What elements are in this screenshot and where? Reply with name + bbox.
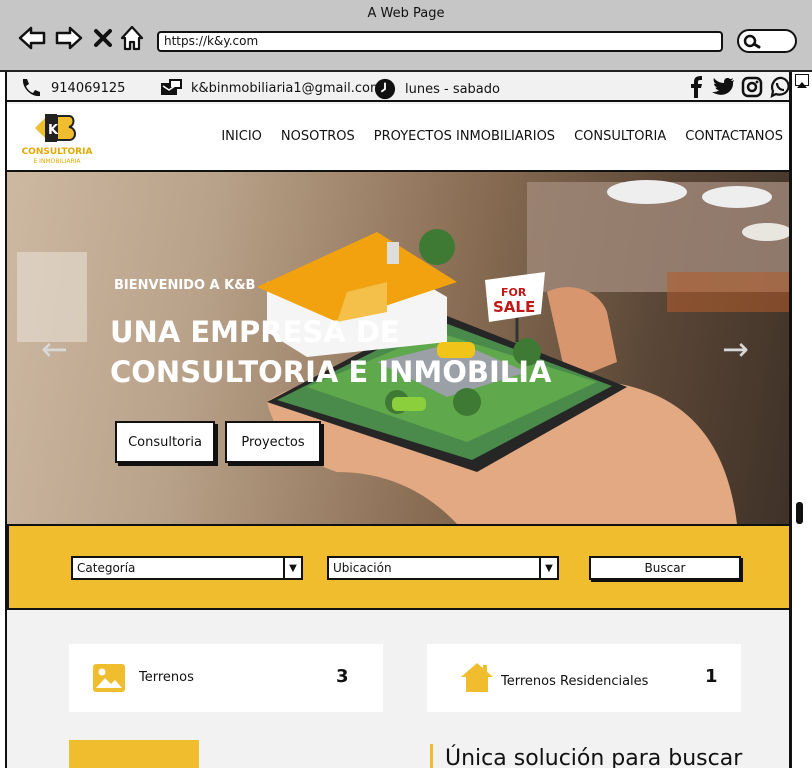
section-heading: Única solución para buscar [445, 746, 743, 768]
scroll-thumb[interactable] [796, 502, 803, 524]
hero-headline-line2: CONSULTORIA E INMOBILIA [110, 355, 552, 389]
email-info: k&binmobiliaria1@gmail.com [159, 78, 383, 98]
chevron-down-icon[interactable]: ▼ [283, 558, 301, 578]
email-address[interactable]: k&binmobiliaria1@gmail.com [191, 81, 383, 96]
back-arrow-icon[interactable] [17, 24, 47, 52]
scroll-up-button[interactable] [795, 74, 809, 88]
logo-line1: CONSULTORIA [21, 147, 93, 157]
business-hours: lunes - sabado [405, 81, 500, 97]
nav-nosotros[interactable]: NOSOTROS [281, 129, 355, 144]
search-button[interactable]: Buscar [589, 556, 741, 580]
whatsapp-icon[interactable] [769, 76, 791, 98]
page-scrollbar[interactable] [791, 72, 812, 768]
instagram-icon[interactable] [741, 76, 763, 98]
clock-icon [374, 78, 396, 100]
property-search-bar: Categoría ▼ Ubicación ▼ Buscar [7, 524, 789, 610]
category-value: Categoría [77, 561, 136, 575]
forward-arrow-icon[interactable] [54, 24, 84, 52]
category-select[interactable]: Categoría ▼ [71, 556, 303, 580]
close-icon[interactable] [92, 24, 114, 52]
twitter-icon[interactable] [711, 76, 735, 98]
browser-chrome: A Web Page https://k&y.com [0, 0, 812, 72]
nav-proyectos-inmobiliarios[interactable]: PROYECTOS INMOBILIARIOS [374, 129, 555, 144]
email-icon [161, 79, 182, 95]
hero-carousel: FOR SALE BIENVENIDO A K&B UNA EMPRESA DE… [7, 172, 789, 524]
location-select[interactable]: Ubicación ▼ [327, 556, 559, 580]
section-accent-block [69, 740, 199, 768]
location-value: Ubicación [333, 561, 392, 575]
phone-info: 914069125 [19, 78, 125, 98]
stat-card-terrenos-residenciales[interactable]: Terrenos Residenciales 1 [427, 644, 741, 712]
stat-label: Terrenos Residenciales [501, 674, 649, 689]
home-icon[interactable] [119, 24, 145, 52]
search-icon [743, 34, 761, 49]
stat-count: 1 [705, 666, 718, 687]
consultoria-button[interactable]: Consultoria [115, 421, 215, 463]
social-links [687, 76, 791, 98]
url-bar[interactable]: https://k&y.com [157, 31, 723, 52]
hero-welcome: BIENVENIDO A K&B [114, 278, 256, 293]
phone-icon [22, 79, 40, 97]
site-header: K CONSULTORIA E INMOBILIARIA INICIO NOSO… [7, 104, 789, 172]
stat-label: Terrenos [139, 670, 194, 685]
chevron-up-icon [797, 82, 807, 88]
stat-count: 3 [336, 666, 349, 687]
house-icon [461, 663, 493, 692]
nav-inicio[interactable]: INICIO [221, 129, 262, 144]
browser-search-box[interactable] [737, 29, 797, 53]
phone-number[interactable]: 914069125 [51, 81, 125, 96]
heading-accent-bar [430, 744, 433, 768]
window-title: A Web Page [367, 6, 445, 21]
carousel-prev-icon[interactable]: ← [41, 330, 68, 368]
facebook-icon[interactable] [687, 76, 705, 98]
stat-card-terrenos[interactable]: Terrenos 3 [69, 644, 383, 712]
image-icon [93, 664, 125, 692]
carousel-next-icon[interactable]: → [722, 330, 749, 368]
contact-infobar: 914069125 k&binmobiliaria1@gmail.com lun… [7, 72, 791, 102]
chevron-down-icon[interactable]: ▼ [539, 558, 557, 578]
hero-headline: UNA EMPRESA DE CONSULTORIA E INMOBILIA [110, 312, 552, 392]
web-page: 914069125 k&binmobiliaria1@gmail.com lun… [5, 72, 791, 768]
svg-text:K: K [48, 123, 59, 138]
nav-consultoria[interactable]: CONSULTORIA [574, 129, 666, 144]
main-nav: INICIO NOSOTROS PROYECTOS INMOBILIARIOS … [221, 129, 783, 144]
logo-line2: E INMOBILIARIA [33, 158, 81, 165]
company-logo[interactable]: K CONSULTORIA E INMOBILIARIA [17, 110, 97, 168]
proyectos-button[interactable]: Proyectos [225, 421, 321, 463]
hero-headline-line1: UNA EMPRESA DE [110, 315, 400, 349]
nav-contactanos[interactable]: CONTACTANOS [685, 129, 783, 144]
logo-mark-icon: K [35, 114, 76, 142]
hours-info: lunes - sabado [373, 78, 500, 100]
